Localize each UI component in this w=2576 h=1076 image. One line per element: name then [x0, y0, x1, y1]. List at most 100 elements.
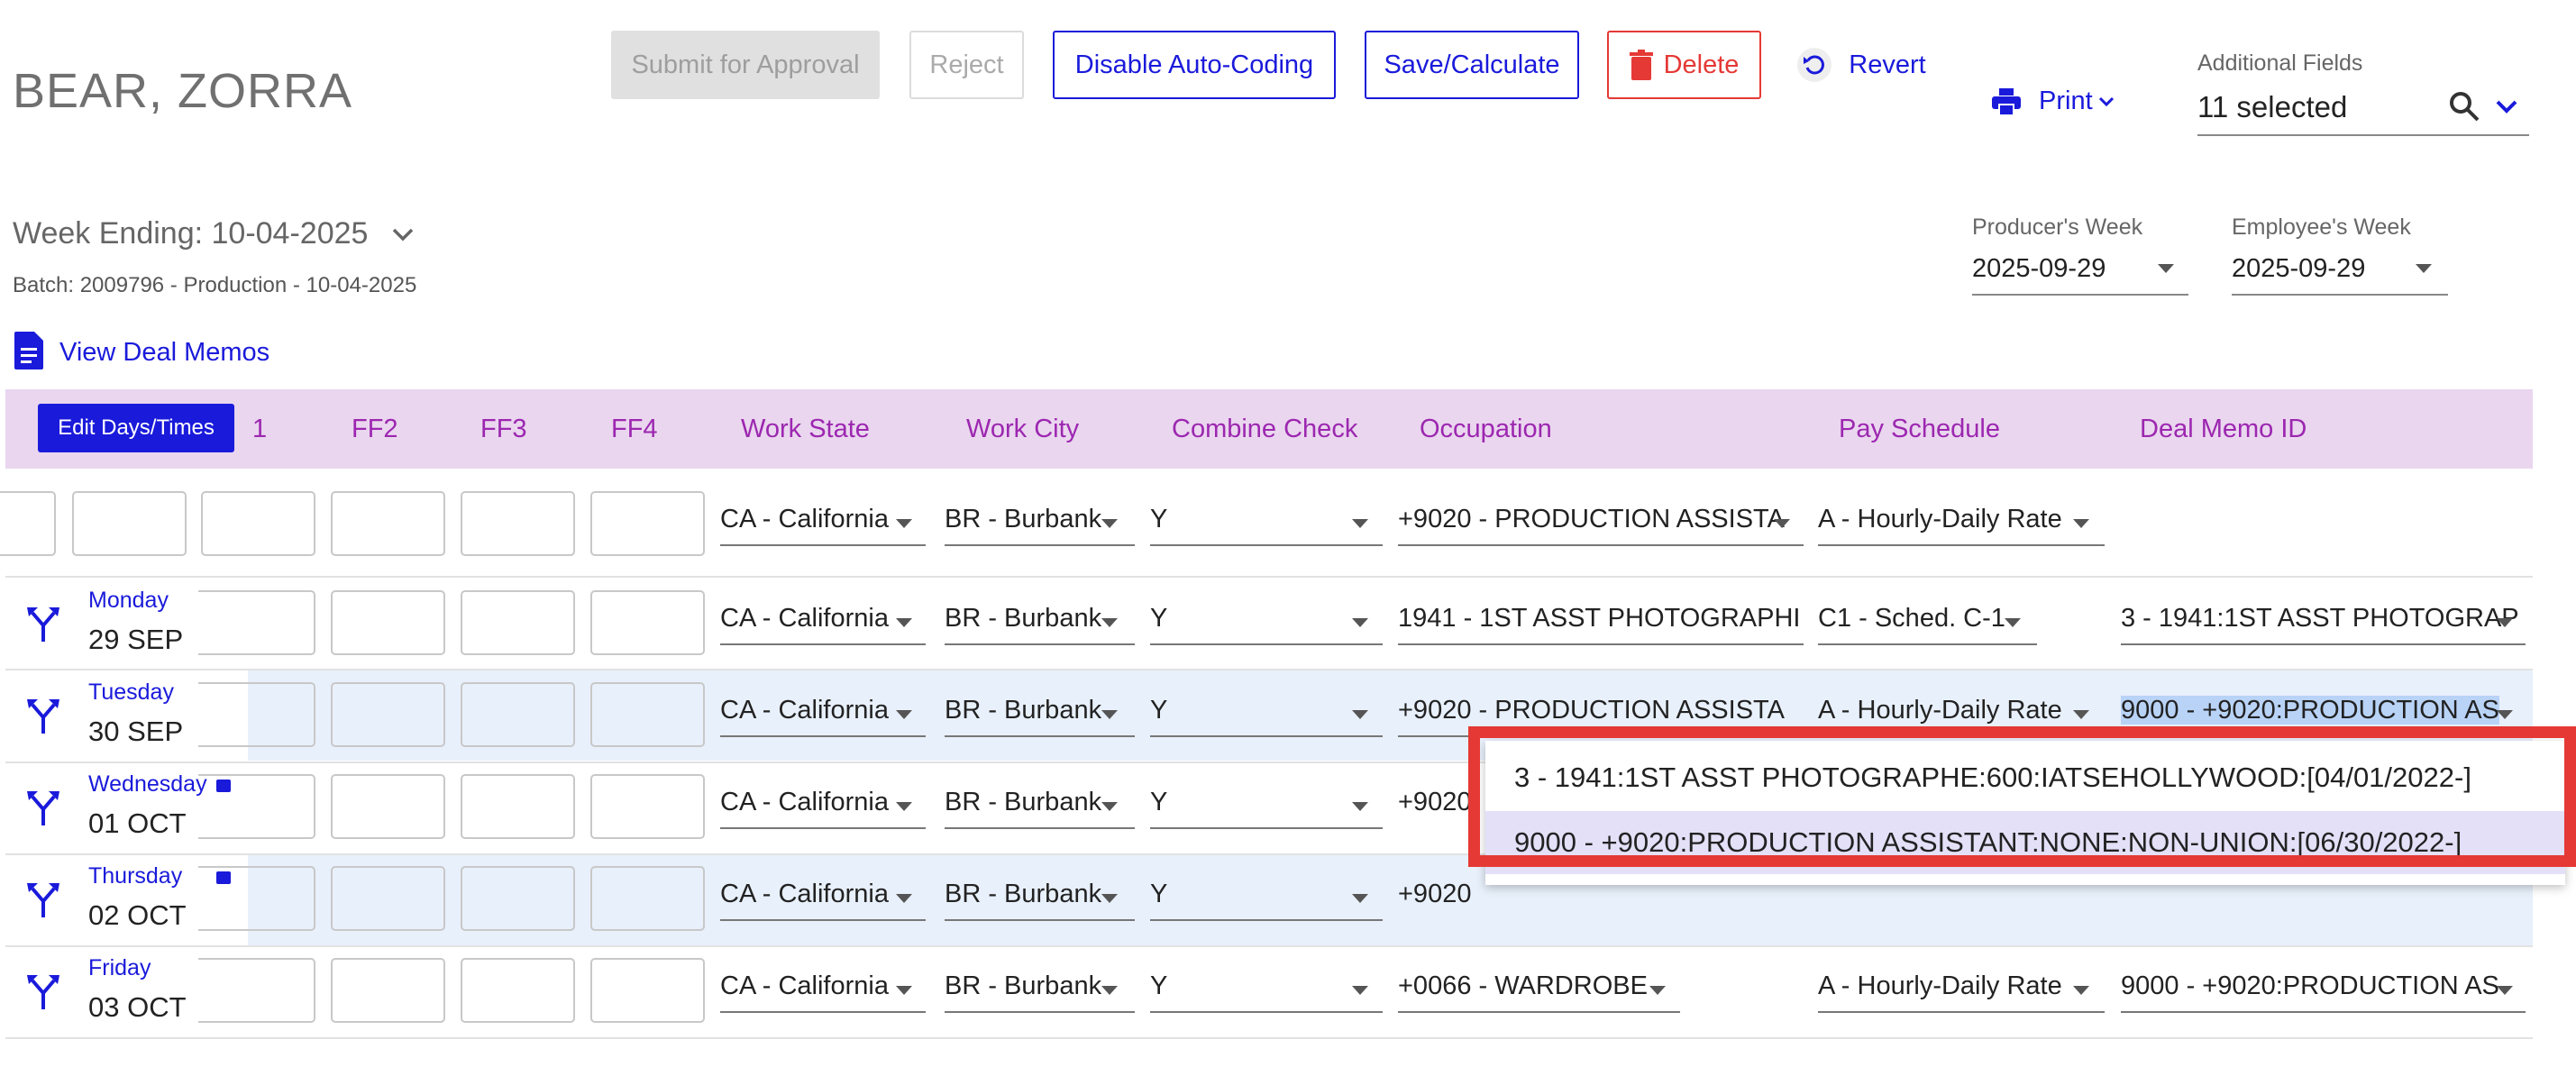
work-state-select[interactable]: CA - California — [720, 602, 926, 645]
caret-down-icon — [1774, 519, 1790, 528]
caret-down-icon — [1101, 618, 1118, 627]
work-state-select[interactable]: CA - California — [720, 970, 926, 1013]
combine-check-select[interactable]: Y — [1150, 602, 1383, 645]
ff2-input[interactable] — [331, 682, 445, 747]
delete-button[interactable]: Delete — [1607, 31, 1761, 99]
column-header-ff3[interactable]: FF3 — [480, 415, 527, 444]
ff4-input[interactable] — [590, 958, 705, 1023]
view-deal-memos-link[interactable]: View Deal Memos — [59, 338, 269, 368]
column-header-pay-schedule[interactable]: Pay Schedule — [1839, 415, 2000, 444]
ff4-input[interactable] — [590, 774, 705, 839]
week-ending-select[interactable]: Week Ending: 10-04-2025 — [13, 216, 368, 251]
ff3-input[interactable] — [461, 774, 575, 839]
column-header-work-city[interactable]: Work City — [966, 415, 1079, 444]
ff3-input[interactable] — [461, 958, 575, 1023]
split-icon[interactable] — [27, 789, 59, 825]
ff3-input[interactable] — [461, 866, 575, 931]
ff1-input[interactable] — [72, 491, 187, 556]
revert-button[interactable]: Revert — [1789, 31, 1933, 99]
column-header-combine-check[interactable]: Combine Check — [1172, 415, 1357, 444]
occupation-select[interactable]: +9020 — [1398, 786, 1479, 829]
edit-days-times-button[interactable]: Edit Days/Times — [38, 404, 234, 452]
combine-check-select[interactable]: Y — [1150, 694, 1383, 737]
caret-down-icon — [896, 519, 912, 528]
occupation-select[interactable]: +9020 - PRODUCTION ASSISTA — [1398, 503, 1804, 546]
ff4-input[interactable] — [590, 491, 705, 556]
employees-week-select[interactable]: 2025-09-29 — [2232, 254, 2365, 284]
ff3-input[interactable] — [331, 491, 445, 556]
day-name[interactable]: Thursday — [88, 863, 182, 889]
split-icon[interactable] — [27, 698, 59, 734]
day-name[interactable]: Tuesday — [88, 679, 174, 706]
ff1-input[interactable] — [198, 958, 315, 1023]
reject-button[interactable]: Reject — [909, 31, 1024, 99]
ff3-input[interactable] — [461, 491, 575, 556]
work-state-select[interactable]: CA - California — [720, 694, 926, 737]
caret-down-icon — [2073, 710, 2089, 719]
search-icon[interactable] — [2448, 90, 2480, 123]
combine-check-select[interactable]: Y — [1150, 878, 1383, 921]
ff1-input[interactable] — [198, 866, 315, 931]
ff2-input[interactable] — [201, 491, 315, 556]
ff2-input[interactable] — [331, 958, 445, 1023]
producers-week-select[interactable]: 2025-09-29 — [1972, 254, 2106, 284]
combine-check-select[interactable]: Y — [1150, 786, 1383, 829]
caret-down-icon — [2073, 986, 2089, 995]
ff4-input[interactable] — [590, 682, 705, 747]
column-header-ff4[interactable]: FF4 — [611, 415, 658, 444]
caret-down-icon — [896, 986, 912, 995]
day-name[interactable]: Monday — [88, 588, 169, 614]
week-ending-label: Week Ending: 10-04-2025 — [13, 216, 369, 251]
ff2-input[interactable] — [331, 590, 445, 655]
split-icon[interactable] — [27, 973, 59, 1009]
split-icon[interactable] — [27, 606, 59, 642]
column-header-occupation[interactable]: Occupation — [1420, 415, 1552, 444]
submit-for-approval-button[interactable]: Submit for Approval — [611, 31, 880, 99]
pay-schedule-select[interactable]: A - Hourly-Daily Rate — [1818, 503, 2105, 546]
combine-check-select[interactable]: Y — [1150, 970, 1383, 1013]
ff1-input[interactable] — [198, 774, 315, 839]
row-divider — [5, 576, 2533, 578]
ff4-input[interactable] — [590, 866, 705, 931]
delete-label: Delete — [1663, 50, 1740, 79]
ff1-input[interactable] — [198, 590, 315, 655]
work-state-select[interactable]: CA - California — [720, 786, 926, 829]
ff3-input[interactable] — [461, 682, 575, 747]
column-header-deal-memo-id[interactable]: Deal Memo ID — [2140, 415, 2307, 444]
revert-icon — [1797, 48, 1832, 82]
occupation-select[interactable]: +9020 — [1398, 878, 1479, 921]
save-calculate-button[interactable]: Save/Calculate — [1365, 31, 1579, 99]
print-button[interactable]: Print — [1992, 87, 2115, 116]
ff3-input[interactable] — [461, 590, 575, 655]
disable-auto-coding-button[interactable]: Disable Auto-Coding — [1053, 31, 1336, 99]
ff1-input[interactable] — [0, 491, 56, 556]
day-name[interactable]: Wednesday — [88, 771, 207, 798]
deal-memo-select[interactable]: 9000 - +9020:PRODUCTION AS — [2121, 970, 2526, 1013]
column-header-ff1[interactable]: 1 — [252, 415, 267, 444]
split-icon[interactable] — [27, 881, 59, 917]
work-state-select[interactable]: CA - California — [720, 878, 926, 921]
row-divider — [5, 1037, 2533, 1039]
producers-week-label: Producer's Week — [1972, 214, 2143, 240]
column-header-work-state[interactable]: Work State — [741, 415, 870, 444]
additional-fields-select[interactable]: 11 selected — [2197, 90, 2347, 124]
caret-down-icon — [2497, 710, 2513, 719]
day-date: 01 OCT — [88, 807, 187, 839]
ff2-input[interactable] — [331, 866, 445, 931]
deal-memo-select[interactable]: 3 - 1941:1ST ASST PHOTOGRAP — [2121, 602, 2526, 645]
chevron-down-icon[interactable] — [391, 227, 415, 243]
pay-schedule-select[interactable]: A - Hourly-Daily Rate — [1818, 970, 2105, 1013]
ff1-input[interactable] — [198, 682, 315, 747]
caret-down-icon — [2497, 986, 2513, 995]
work-state-select[interactable]: CA - California — [720, 503, 926, 546]
column-header-ff2[interactable]: FF2 — [352, 415, 398, 444]
combine-check-select[interactable]: Y — [1150, 503, 1383, 546]
ff4-input[interactable] — [590, 590, 705, 655]
day-name[interactable]: Friday — [88, 955, 151, 981]
occupation-select[interactable]: 1941 - 1ST ASST PHOTOGRAPHI — [1398, 602, 1804, 645]
chevron-down-icon[interactable] — [2495, 99, 2518, 115]
occupation-select[interactable]: +0066 - WARDROBE — [1398, 970, 1680, 1013]
batch-info: Batch: 2009796 - Production - 10-04-2025 — [13, 273, 417, 297]
ff2-input[interactable] — [331, 774, 445, 839]
caret-down-icon — [1352, 894, 1368, 903]
